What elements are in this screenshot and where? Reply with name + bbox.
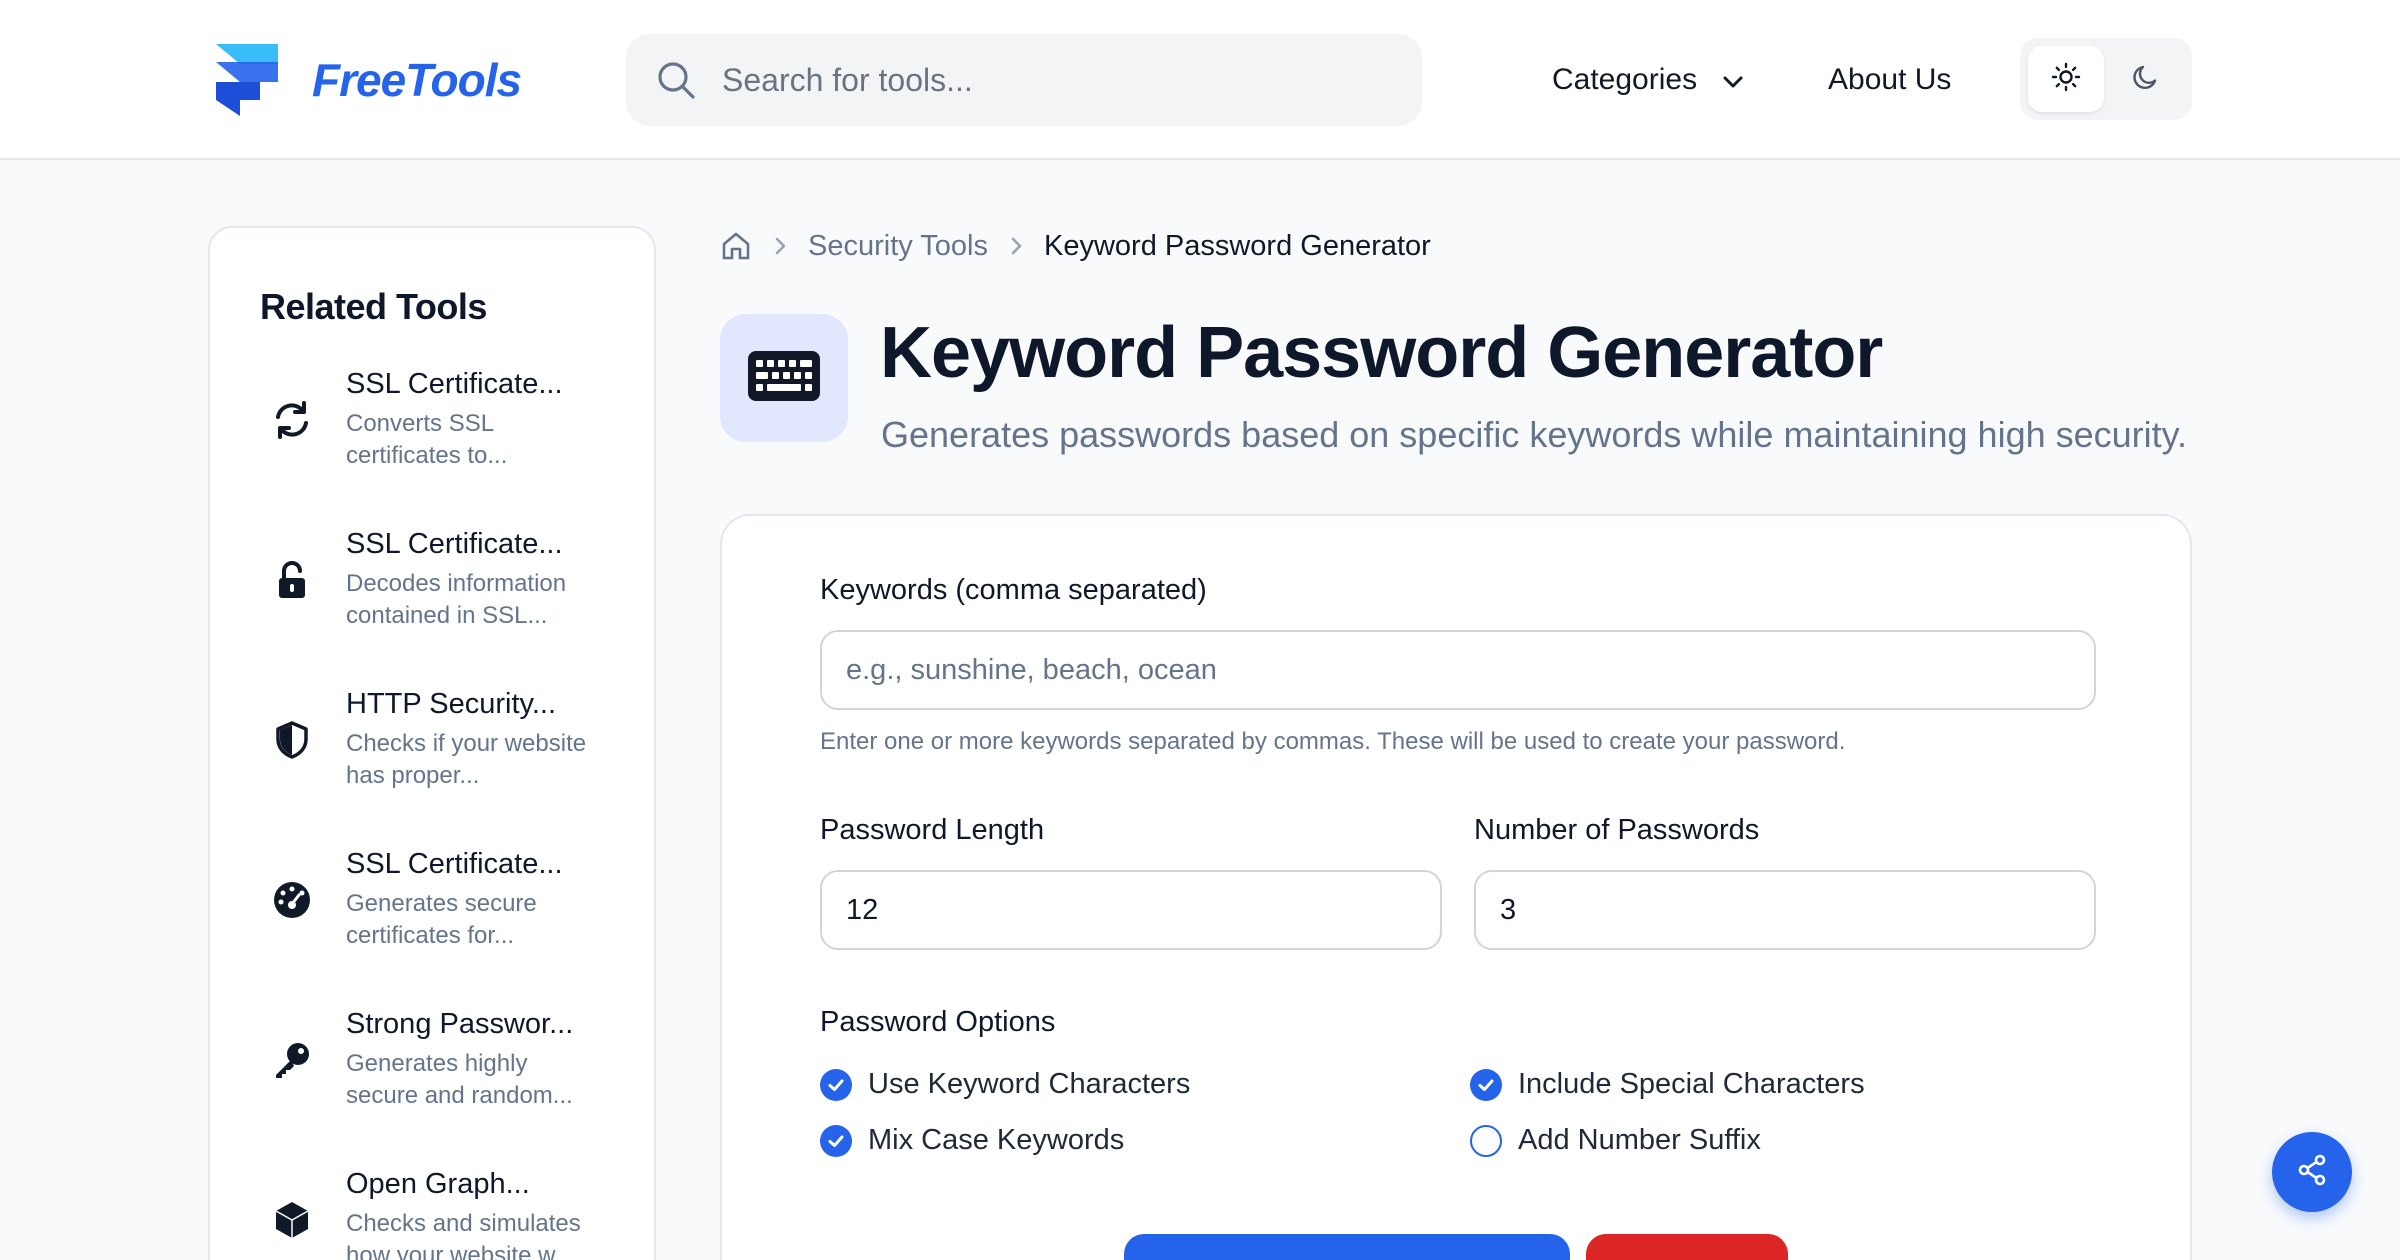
checkbox-checked-icon[interactable] (820, 1068, 852, 1101)
related-tool-description: Decodes information contained in SSL... (346, 570, 567, 629)
reset-button[interactable] (1586, 1234, 1788, 1260)
breadcrumb-security-tools[interactable]: Security Tools (808, 230, 988, 263)
generator-form-card: Keywords (comma separated) Enter one or … (720, 514, 2192, 1260)
related-tool-item[interactable]: HTTP Security... Checks if your website … (260, 688, 640, 818)
share-icon (2295, 1153, 2329, 1192)
share-button[interactable] (2272, 1132, 2352, 1212)
tool-icon-box (720, 314, 848, 442)
related-tool-description: Generates secure certificates for... (346, 890, 537, 949)
breadcrumb: Security Tools Keyword Password Generato… (720, 226, 1431, 266)
option-label: Include Special Characters (1518, 1068, 1865, 1100)
chevron-right-icon (770, 236, 790, 256)
search-bar[interactable] (626, 34, 1422, 126)
password-length-input[interactable] (820, 870, 1442, 950)
keyboard-icon (748, 350, 820, 406)
related-tool-name: SSL Certificate... (346, 528, 563, 560)
related-tool-item[interactable]: SSL Certificate... Decodes information c… (260, 528, 640, 658)
freetools-logo-icon (216, 44, 284, 116)
related-tools-title: Related Tools (260, 286, 487, 327)
dark-theme-button[interactable] (2108, 46, 2184, 112)
site-header: FreeTools Categories About Us (0, 0, 2400, 160)
related-tool-name: SSL Certificate... (346, 368, 563, 400)
number-of-passwords-label: Number of Passwords (1474, 814, 1760, 846)
option-use-keyword-characters[interactable]: Use Keyword Characters (820, 1068, 1190, 1101)
checkbox-checked-icon[interactable] (820, 1124, 852, 1157)
nav-categories[interactable]: Categories (1552, 56, 1745, 104)
option-label: Add Number Suffix (1518, 1124, 1761, 1156)
moon-icon (2131, 62, 2161, 97)
unlock-icon (272, 560, 312, 600)
related-tool-item[interactable]: Open Graph... Checks and simulates how y… (260, 1168, 640, 1260)
page-subtitle: Generates passwords based on specific ke… (881, 414, 2187, 455)
option-mix-case-keywords[interactable]: Mix Case Keywords (820, 1124, 1124, 1157)
related-tool-description: Generates highly secure and random... (346, 1050, 573, 1109)
cube-icon (272, 1200, 312, 1240)
keywords-input[interactable] (820, 630, 2096, 710)
option-include-special-characters[interactable]: Include Special Characters (1470, 1068, 1865, 1101)
related-tool-name: HTTP Security... (346, 688, 557, 720)
page-title: Keyword Password Generator (880, 313, 1883, 393)
checkbox-unchecked-icon[interactable] (1470, 1124, 1502, 1157)
related-tools-panel: Related Tools SSL Certificate... Convert… (208, 226, 656, 1260)
brand-logo[interactable]: FreeTools (216, 44, 522, 116)
option-label: Mix Case Keywords (868, 1124, 1125, 1156)
related-tool-description: Checks if your website has proper... (346, 730, 587, 789)
search-input[interactable] (722, 61, 1362, 99)
gauge-icon (272, 880, 312, 920)
keywords-label: Keywords (comma separated) (820, 574, 1207, 606)
related-tool-description: Converts SSL certificates to... (346, 410, 508, 469)
number-of-passwords-input[interactable] (1474, 870, 2096, 950)
option-add-number-suffix[interactable]: Add Number Suffix (1470, 1124, 1761, 1157)
light-theme-button[interactable] (2028, 46, 2104, 112)
refresh-icon (272, 400, 312, 440)
nav-about-us[interactable]: About Us (1828, 56, 1951, 104)
related-tool-name: SSL Certificate... (346, 848, 563, 880)
related-tool-name: Strong Passwor... (346, 1008, 574, 1040)
sun-icon (2051, 62, 2081, 97)
breadcrumb-current: Keyword Password Generator (1044, 229, 1431, 262)
chevron-down-icon (1721, 68, 1745, 92)
key-icon (272, 1040, 312, 1080)
brand-name: FreeTools (312, 54, 522, 106)
nav-categories-label: Categories (1552, 63, 1698, 96)
related-tool-item[interactable]: Strong Passwor... Generates highly secur… (260, 1008, 640, 1138)
home-icon[interactable] (720, 230, 752, 262)
related-tool-name: Open Graph... (346, 1168, 530, 1200)
generate-button[interactable] (1124, 1234, 1570, 1260)
keywords-help-text: Enter one or more keywords separated by … (820, 728, 1846, 755)
related-tool-description: Checks and simulates how your website w.… (346, 1210, 581, 1260)
related-tool-item[interactable]: SSL Certificate... Generates secure cert… (260, 848, 640, 978)
chevron-right-icon (1006, 236, 1026, 256)
related-tool-item[interactable]: SSL Certificate... Converts SSL certific… (260, 368, 640, 498)
search-icon (656, 60, 696, 100)
password-options-label: Password Options (820, 1006, 1056, 1038)
theme-toggle (2020, 38, 2192, 120)
checkbox-checked-icon[interactable] (1470, 1068, 1502, 1101)
password-length-label: Password Length (820, 814, 1045, 846)
shield-icon (272, 720, 312, 760)
option-label: Use Keyword Characters (868, 1068, 1191, 1100)
